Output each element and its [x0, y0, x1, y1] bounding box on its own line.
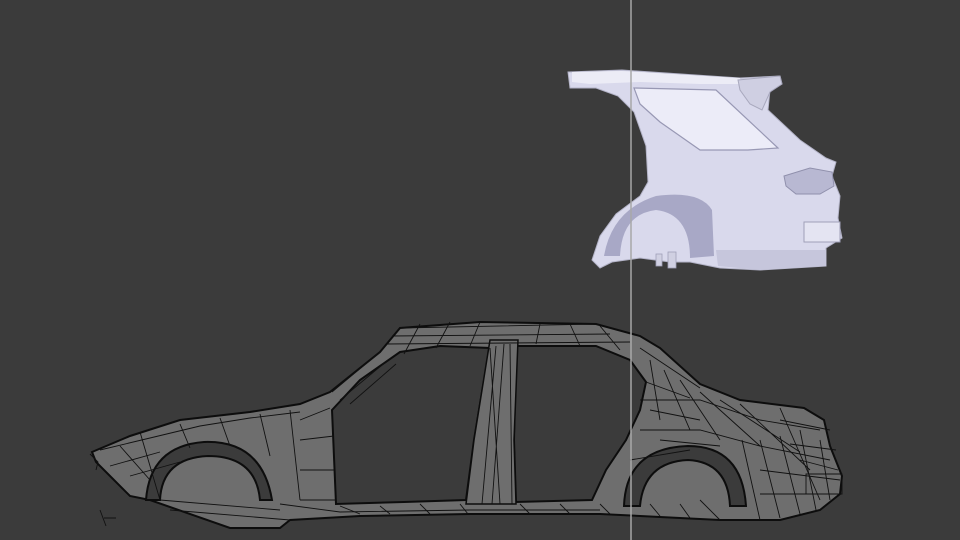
- rear-quarter-panel-mesh[interactable]: [567, 69, 843, 271]
- rear-quarter-panel-sill: [716, 250, 826, 270]
- car-body-frame-mesh[interactable]: [89, 320, 844, 529]
- viewport-scene[interactable]: [0, 0, 960, 540]
- 3d-viewport[interactable]: [0, 0, 960, 540]
- rear-quarter-panel-tab: [667, 251, 677, 269]
- rear-quarter-panel-tab-2: [655, 253, 663, 267]
- car-body-frame-front-door-opening: [330, 344, 492, 506]
- rear-quarter-panel-bumper-edge: [803, 221, 841, 243]
